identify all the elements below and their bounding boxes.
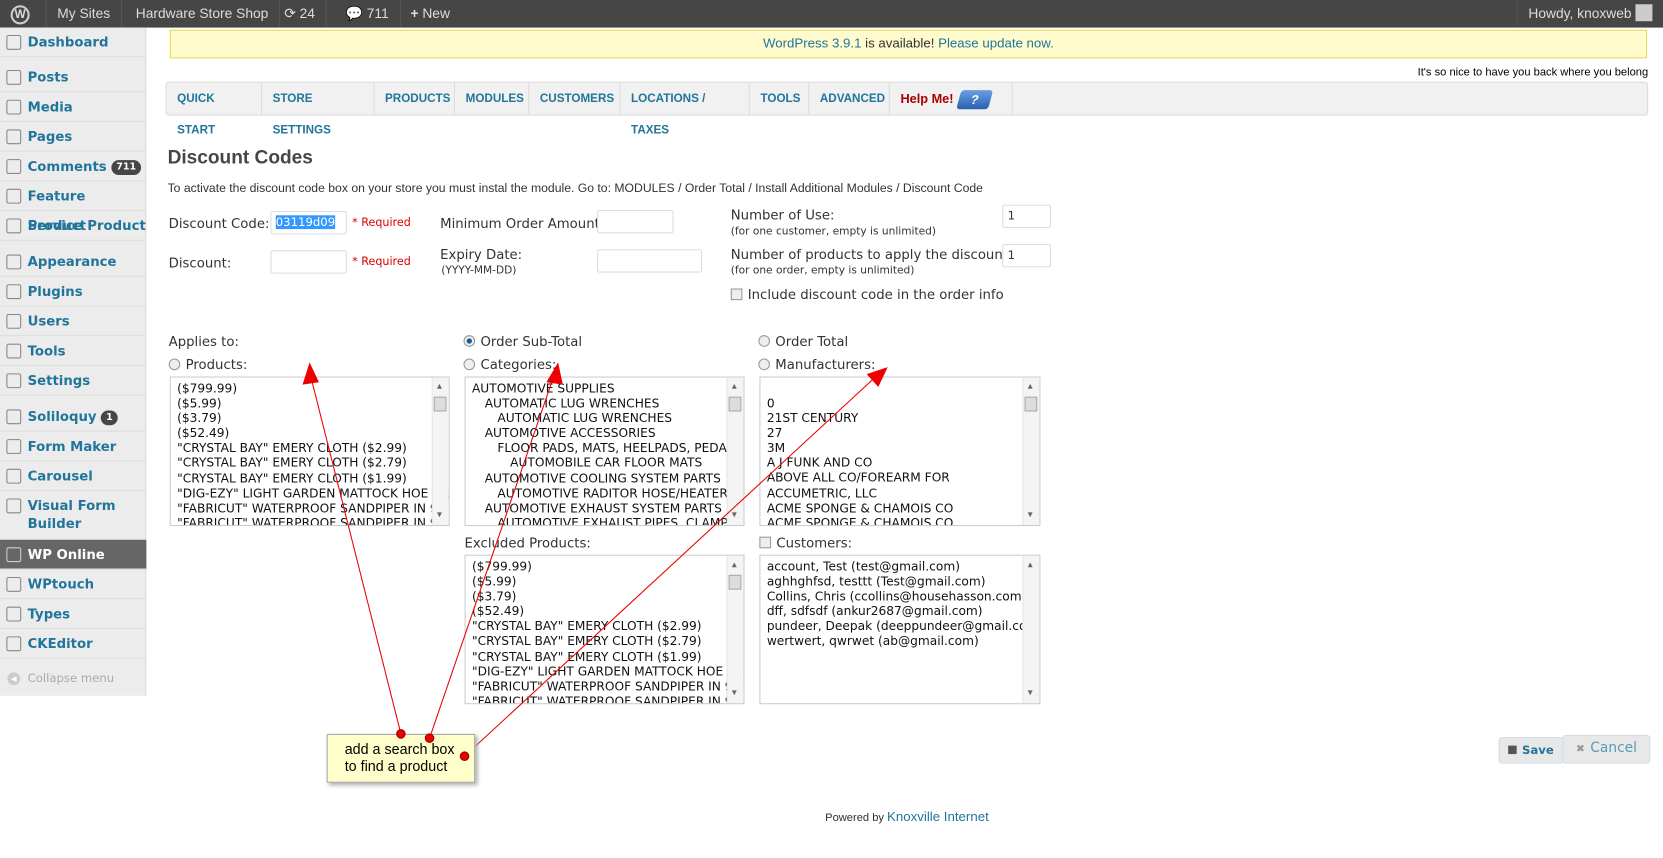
callout-line: to find a product: [344, 758, 448, 775]
arrow-head: [866, 367, 888, 388]
arrow-line: [429, 376, 555, 739]
arrow-line: [464, 375, 878, 757]
annotation-arrows: [302, 362, 888, 757]
callout-line: add a search box: [344, 741, 455, 758]
arrow-head: [302, 362, 319, 385]
arrow-head: [546, 362, 563, 385]
arrow-line: [310, 376, 402, 735]
annotation-callout: add a search box to find a product: [326, 733, 476, 783]
